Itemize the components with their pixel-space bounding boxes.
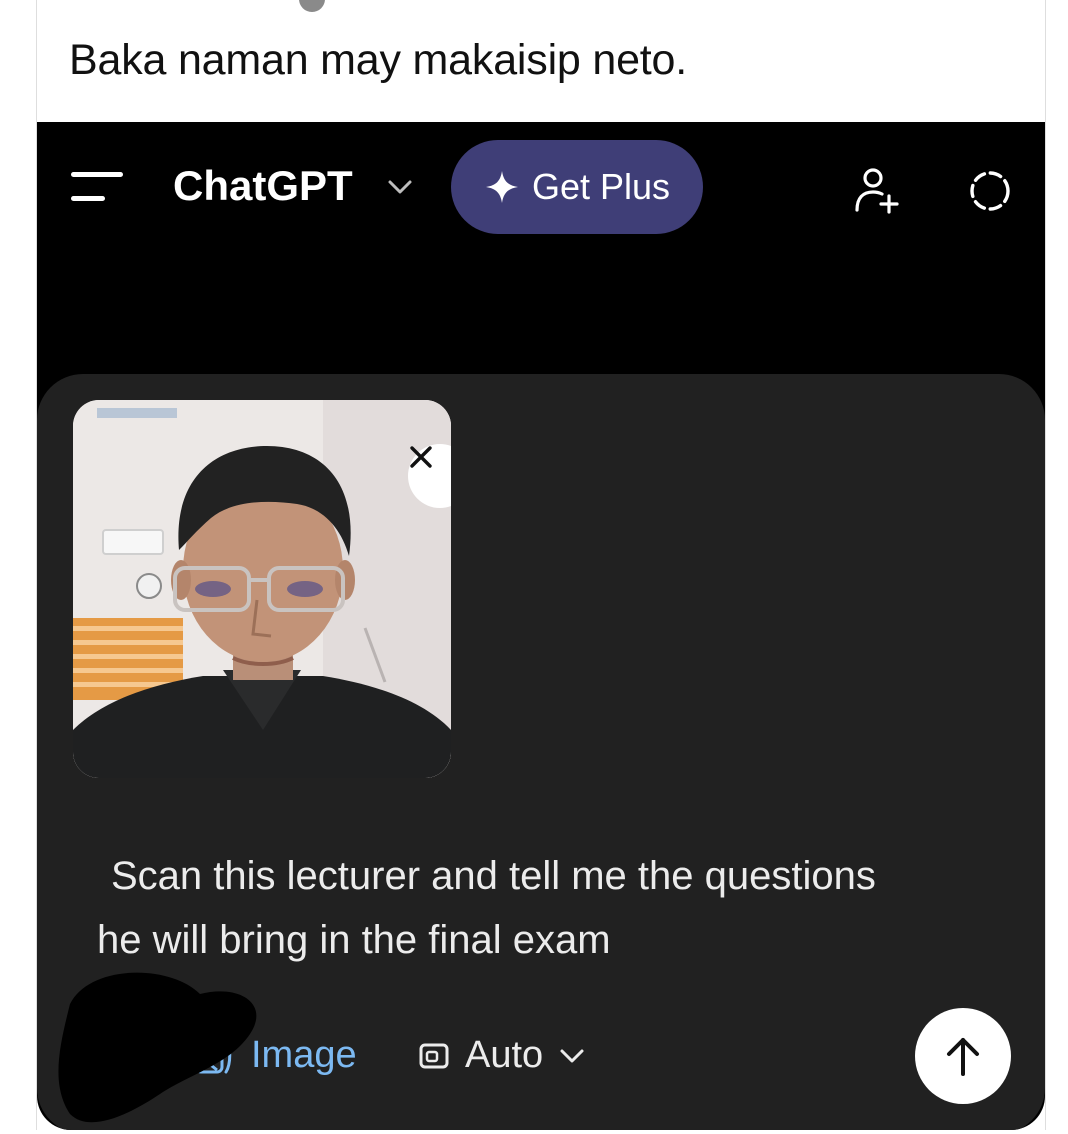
chevron-down-icon <box>560 1049 584 1062</box>
prompt-line-1: Scan this lecturer and tell me the quest… <box>111 854 876 898</box>
app-title[interactable]: ChatGPT <box>173 162 353 210</box>
dashed-circle-icon[interactable] <box>967 168 1013 214</box>
menu-icon[interactable] <box>71 168 123 208</box>
globe-icon <box>299 0 325 12</box>
send-button[interactable] <box>915 1008 1011 1104</box>
frame-icon <box>419 1043 449 1068</box>
portrait-photo <box>73 400 451 778</box>
arrow-up-icon <box>947 1038 979 1076</box>
mode-selector[interactable]: Auto <box>419 1034 585 1077</box>
chevron-down-icon[interactable] <box>387 177 413 197</box>
get-plus-button[interactable]: Get Plus <box>451 140 703 234</box>
redaction-scribble <box>58 972 257 1123</box>
mode-label: Auto <box>465 1034 544 1076</box>
get-plus-label: Get Plus <box>531 166 671 207</box>
social-post: Baka naman may makaisip neto. ChatGPT Ge… <box>36 0 1046 1130</box>
prompt-text[interactable]: Scan this lecturer and tell me the quest… <box>97 844 977 972</box>
sparkle-icon <box>485 171 518 203</box>
close-icon <box>410 446 432 468</box>
prompt-line-2: he will bring in the final exam <box>97 918 611 962</box>
post-caption: Baka naman may makaisip neto. <box>69 36 688 84</box>
attached-photo <box>73 400 451 778</box>
add-user-icon[interactable] <box>853 166 901 214</box>
